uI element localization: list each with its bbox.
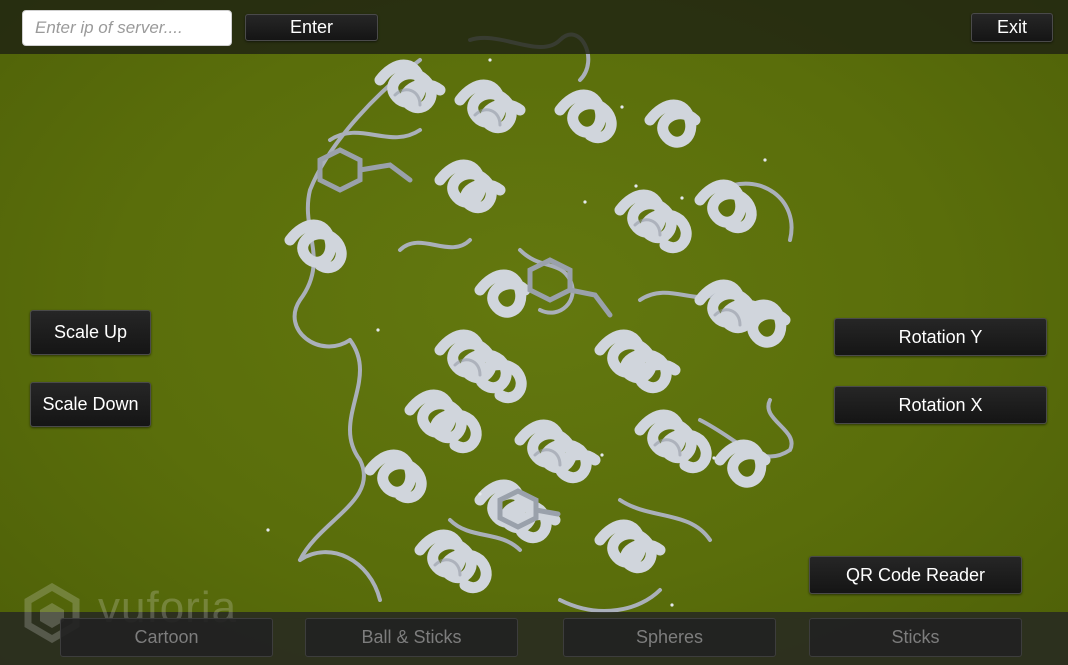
scale-up-button[interactable]: Scale Up [30, 310, 151, 355]
mode-ball-and-sticks-button[interactable]: Ball & Sticks [305, 618, 518, 657]
mode-sticks-button[interactable]: Sticks [809, 618, 1022, 657]
rotation-x-button[interactable]: Rotation X [834, 386, 1047, 424]
mode-cartoon-button[interactable]: Cartoon [60, 618, 273, 657]
ar-viewport[interactable]: Enter Exit Scale Up Scale Down Rotation … [0, 0, 1068, 665]
server-ip-input[interactable] [22, 10, 232, 46]
exit-button[interactable]: Exit [971, 13, 1053, 42]
mode-spheres-button[interactable]: Spheres [563, 618, 776, 657]
enter-button[interactable]: Enter [245, 14, 378, 41]
scale-down-button[interactable]: Scale Down [30, 382, 151, 427]
qr-code-reader-button[interactable]: QR Code Reader [809, 556, 1022, 594]
rotation-y-button[interactable]: Rotation Y [834, 318, 1047, 356]
